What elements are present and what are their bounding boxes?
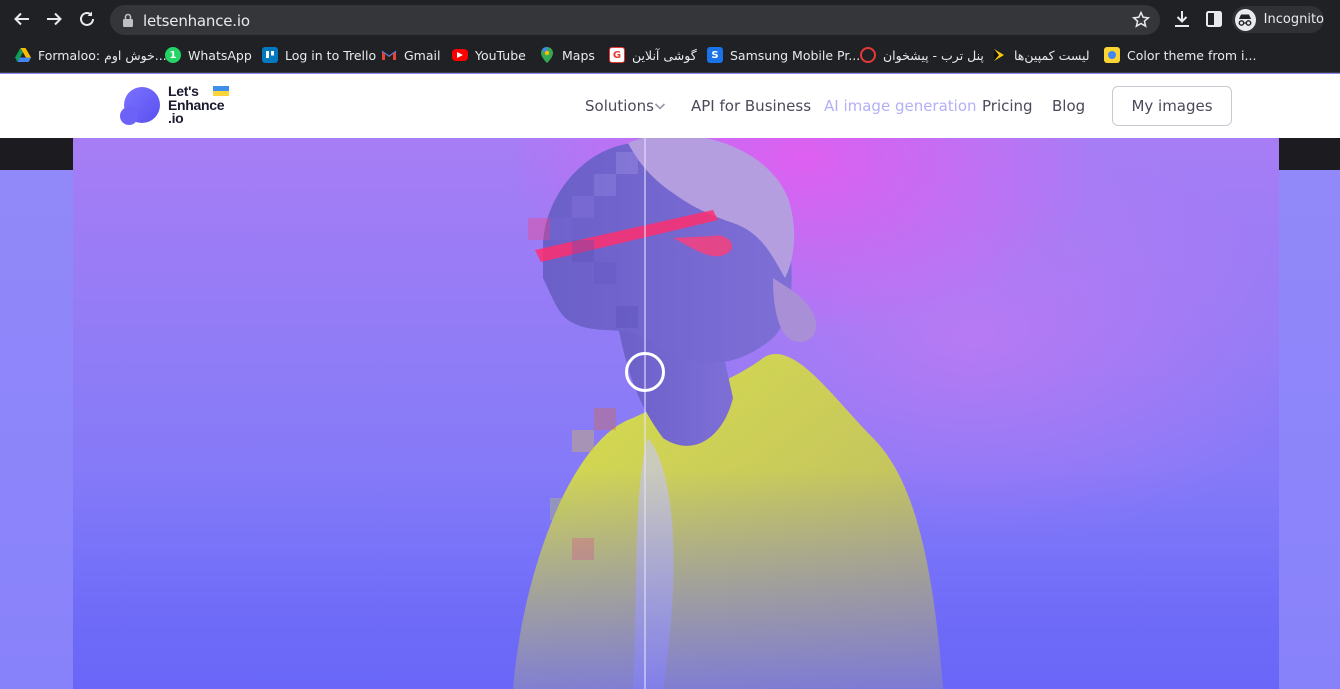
chevron-down-icon[interactable] [654,100,666,112]
bookmark-formaloo[interactable]: Formaloo: خوش اوم... [15,46,167,64]
bookmark-label: Color theme from i... [1127,47,1257,63]
maps-icon [539,47,555,63]
nav-pricing[interactable]: Pricing [982,97,1033,115]
back-icon[interactable] [11,8,33,30]
portrait-illustration [73,138,1279,689]
my-images-button[interactable]: My images [1112,86,1232,126]
reload-icon[interactable] [76,8,98,30]
color-theme-icon [1104,47,1120,63]
bookmarks-bar: Formaloo: خوش اوم... 1 WhatsApp Log in t… [0,38,1340,73]
bookmark-label: Samsung Mobile Pr... [730,47,861,63]
bookmark-label: گوشی آنلاین [632,47,697,63]
nav-ai-image-generation[interactable]: AI image generation [824,97,977,115]
bookmark-whatsapp[interactable]: 1 WhatsApp [165,46,252,64]
bookmark-label: Gmail [404,47,441,63]
forward-icon[interactable] [43,8,65,30]
download-icon[interactable] [1172,9,1192,29]
site-header: Let's Enhance .io Solutions API for Busi… [0,74,1340,138]
campaign-icon [991,47,1007,63]
nav-blog[interactable]: Blog [1052,97,1085,115]
url-text: letsenhance.io [143,12,250,30]
youtube-icon [452,49,468,61]
whatsapp-icon: 1 [165,47,181,63]
before-after-comparison[interactable] [73,138,1279,689]
bookmark-label: لیست کمپین‌ها [1014,47,1090,63]
bookmark-torob[interactable]: پنل ترب - پیشخوان [860,46,984,64]
lets-enhance-logo-icon[interactable] [120,86,162,128]
torob-icon [860,47,876,63]
bookmark-label: پنل ترب - پیشخوان [883,47,984,63]
side-panel-icon[interactable] [1204,9,1224,29]
incognito-label: Incognito [1263,12,1324,27]
samsung-icon: S [707,47,723,63]
logo-line-3: .io [168,110,184,126]
hero-section [0,138,1340,689]
lock-icon [123,13,133,27]
nav-api-for-business[interactable]: API for Business [691,97,811,115]
ukraine-flag-icon [213,86,229,96]
bookmark-gooshi-online[interactable]: G گوشی آنلاین [609,46,697,64]
bookmark-star-icon[interactable] [1131,10,1151,30]
nav-solutions[interactable]: Solutions [585,97,654,115]
bookmark-trello[interactable]: Log in to Trello [262,46,376,64]
bookmark-youtube[interactable]: YouTube [452,46,526,64]
bookmark-label: WhatsApp [188,47,252,63]
bookmark-samsung[interactable]: S Samsung Mobile Pr... [707,46,860,64]
google-drive-icon [15,47,31,63]
bookmark-maps[interactable]: Maps [539,46,595,64]
bookmark-color-theme[interactable]: Color theme from i... [1104,46,1256,64]
site-icon: G [609,47,625,63]
bookmark-gmail[interactable]: Gmail [381,46,440,64]
incognito-badge[interactable]: Incognito [1232,6,1324,33]
trello-icon [262,47,278,63]
comparison-slider-handle[interactable] [625,352,665,392]
comparison-divider[interactable] [644,138,646,689]
bookmark-label: Formaloo: خوش اوم... [38,47,167,63]
bookmark-campaigns[interactable]: لیست کمپین‌ها [991,46,1090,64]
bookmark-label: Log in to Trello [285,47,377,63]
bookmark-label: YouTube [475,47,526,63]
incognito-icon [1235,8,1256,31]
browser-toolbar: letsenhance.io Incognito [0,0,1340,38]
address-bar[interactable]: letsenhance.io [110,5,1160,35]
gmail-icon [381,47,397,63]
bookmark-label: Maps [562,47,595,63]
